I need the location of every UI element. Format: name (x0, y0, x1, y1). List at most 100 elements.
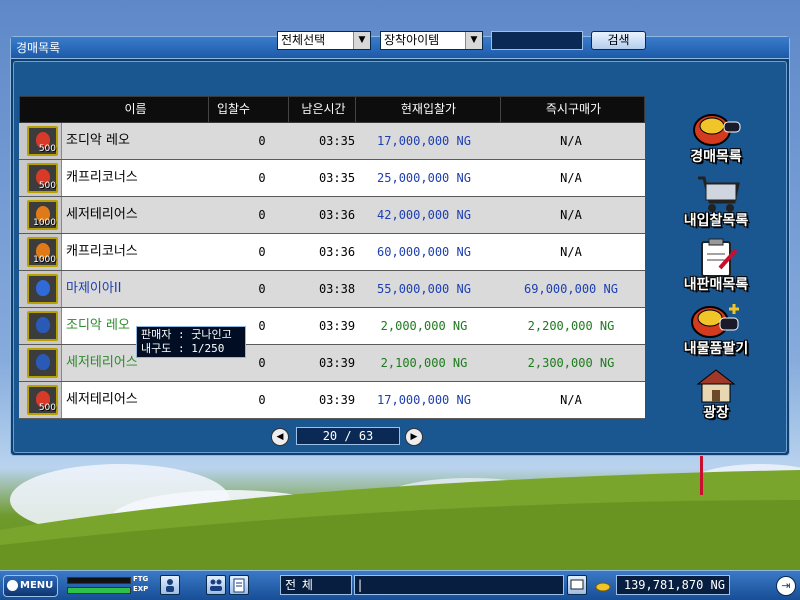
chat-input[interactable]: | (354, 575, 564, 595)
table-row[interactable]: 조디악 레오 0 03:39 2,000,000 NG 2,200,000 NG (19, 308, 645, 345)
side-menu-label: 경매목록 (690, 149, 742, 165)
side-menu-plaza[interactable]: 광장 (676, 364, 756, 422)
item-icon-cell: 500 (19, 160, 62, 196)
document-icon (233, 578, 245, 593)
item-name: 마제이아II (66, 281, 122, 296)
item-quantity: 1000 (33, 255, 56, 265)
chevron-down-icon: ▼ (353, 32, 370, 49)
exp-bar (67, 587, 131, 594)
table-header: 이름 입찰수 남은시간 현재입찰가 즉시구매가 (19, 96, 645, 123)
table-body: 500 조디악 레오 0 03:35 17,000,000 NG N/A 500 캐프리코너스… (19, 123, 645, 419)
table-row[interactable]: 500 세저테리어스 0 03:39 17,000,000 NG N/A (19, 382, 645, 419)
chat-channel-select[interactable]: 전 체 (280, 575, 352, 595)
item-icon-cell: 500 (19, 123, 62, 159)
item-name: 조디악 레오 (66, 133, 130, 148)
buyout-price: N/A (560, 393, 582, 407)
side-menu-label: 광장 (703, 405, 729, 421)
buyout-price: 2,300,000 NG (527, 356, 615, 370)
buyout-price: N/A (560, 245, 582, 259)
item-icon-cell (19, 271, 62, 307)
item-quantity: 500 (38, 144, 56, 154)
search-input[interactable] (491, 31, 583, 50)
page-next-button[interactable]: ▶ (405, 428, 423, 446)
side-menu-sell-item[interactable]: 내물품팔기 (676, 300, 756, 358)
exit-button[interactable]: ⇥ (776, 576, 796, 596)
auction-table: 이름 입찰수 남은시간 현재입찰가 즉시구매가 500 조디악 레오 0 03:35 1… (19, 96, 645, 419)
tooltip-durability: 내구도 : 1/250 (141, 342, 225, 355)
chevron-down-icon: ▼ (465, 32, 482, 49)
side-menu-label: 내입찰목록 (683, 213, 749, 229)
side-menu-my-bids[interactable]: 내입찰목록 (676, 172, 756, 230)
current-bid: 17,000,000 NG (377, 393, 471, 407)
side-menu-auction-list[interactable]: 경매목록 (676, 108, 756, 166)
blue-card-icon[interactable] (27, 274, 58, 304)
fatigue-bar (67, 577, 131, 584)
item-type-select-value: 장착아이템 (384, 33, 440, 47)
bottom-status-bar: MENU FTG EXP 전 체 | 139,781,870 NG ⇥ (0, 570, 800, 600)
potion-red-icon[interactable]: 500 (27, 163, 58, 193)
quest-button[interactable] (229, 575, 249, 595)
table-row[interactable]: 마제이아II 0 03:38 55,000,000 NG 69,000,000 NG (19, 271, 645, 308)
person-icon (166, 579, 174, 592)
page-prev-button[interactable]: ◀ (271, 428, 289, 446)
item-name: 캐프리코너스 (66, 170, 138, 185)
potion-orange-icon[interactable]: 1000 (27, 237, 58, 267)
item-quantity: 1000 (33, 218, 56, 228)
column-header-buyout[interactable]: 즉시구매가 (500, 97, 646, 122)
item-type-select[interactable]: 장착아이템 ▼ (380, 31, 483, 50)
side-menu-my-sales[interactable]: 내판매목록 (676, 236, 756, 294)
column-header-time-left[interactable]: 남은시간 (288, 97, 358, 122)
item-icon-cell: 500 (19, 382, 62, 418)
table-row[interactable]: 1000 캐프리코너스 0 03:36 60,000,000 NG N/A (19, 234, 645, 271)
exp-label: EXP (133, 585, 149, 593)
category-select[interactable]: 전체선택 ▼ (277, 31, 371, 50)
potion-red-icon[interactable]: 500 (27, 126, 58, 156)
character-button[interactable] (160, 575, 180, 595)
item-name: 세저테리어스 (66, 207, 138, 222)
current-bid: 25,000,000 NG (377, 171, 471, 185)
monitor-icon (570, 579, 584, 590)
tooltip-seller: 판매자 : 굿나인고 (141, 328, 232, 341)
gold-coin-icon (595, 582, 611, 592)
current-bid: 2,100,000 NG (380, 356, 468, 370)
item-name: 세저테리어스 (66, 392, 138, 407)
exp-bar-fill (68, 588, 130, 593)
item-icon-cell (19, 345, 62, 381)
menu-icon (7, 580, 18, 591)
potion-orange-icon[interactable]: 1000 (27, 200, 58, 230)
item-gem (36, 317, 50, 333)
zodiac-leo-icon[interactable] (27, 311, 58, 341)
menu-button[interactable]: MENU (3, 575, 58, 597)
chat-options-button[interactable] (567, 575, 587, 595)
people-icon (210, 579, 222, 591)
item-icon-cell: 1000 (19, 234, 62, 270)
current-bid: 17,000,000 NG (377, 134, 471, 148)
item-icon-cell (19, 308, 62, 344)
current-bid: 55,000,000 NG (377, 282, 471, 296)
item-quantity: 500 (38, 181, 56, 191)
item-gem (36, 280, 50, 296)
category-select-value: 전체선택 (281, 33, 326, 47)
current-bid: 60,000,000 NG (377, 245, 471, 259)
item-name: 캐프리코너스 (66, 244, 138, 259)
column-header-name[interactable]: 이름 (63, 97, 208, 122)
table-row[interactable]: 1000 세저테리어스 0 03:36 42,000,000 NG N/A (19, 197, 645, 234)
item-tooltip: 판매자 : 굿나인고 내구도 : 1/250 (136, 326, 246, 358)
money-display: 139,781,870 NG (616, 575, 730, 595)
table-row[interactable]: 세저테리어스 0 03:39 2,100,000 NG 2,300,000 NG (19, 345, 645, 382)
current-bid: 2,000,000 NG (380, 319, 468, 333)
buyout-price: N/A (560, 208, 582, 222)
item-icon-cell: 1000 (19, 197, 62, 233)
column-header-current-bid[interactable]: 현재입찰가 (355, 97, 501, 122)
current-bid: 42,000,000 NG (377, 208, 471, 222)
item-gem (36, 354, 50, 370)
potion-red-icon[interactable]: 500 (27, 385, 58, 415)
table-row[interactable]: 500 캐프리코너스 0 03:35 25,000,000 NG N/A (19, 160, 645, 197)
table-row[interactable]: 500 조디악 레오 0 03:35 17,000,000 NG N/A (19, 123, 645, 160)
community-button[interactable] (206, 575, 226, 595)
side-menu-label: 내판매목록 (683, 277, 749, 293)
item-quantity: 500 (38, 403, 56, 413)
zodiac-sagittarius-icon[interactable] (27, 348, 58, 378)
search-button[interactable]: 검색 (591, 31, 646, 50)
column-header-bids[interactable]: 입찰수 (208, 97, 258, 122)
